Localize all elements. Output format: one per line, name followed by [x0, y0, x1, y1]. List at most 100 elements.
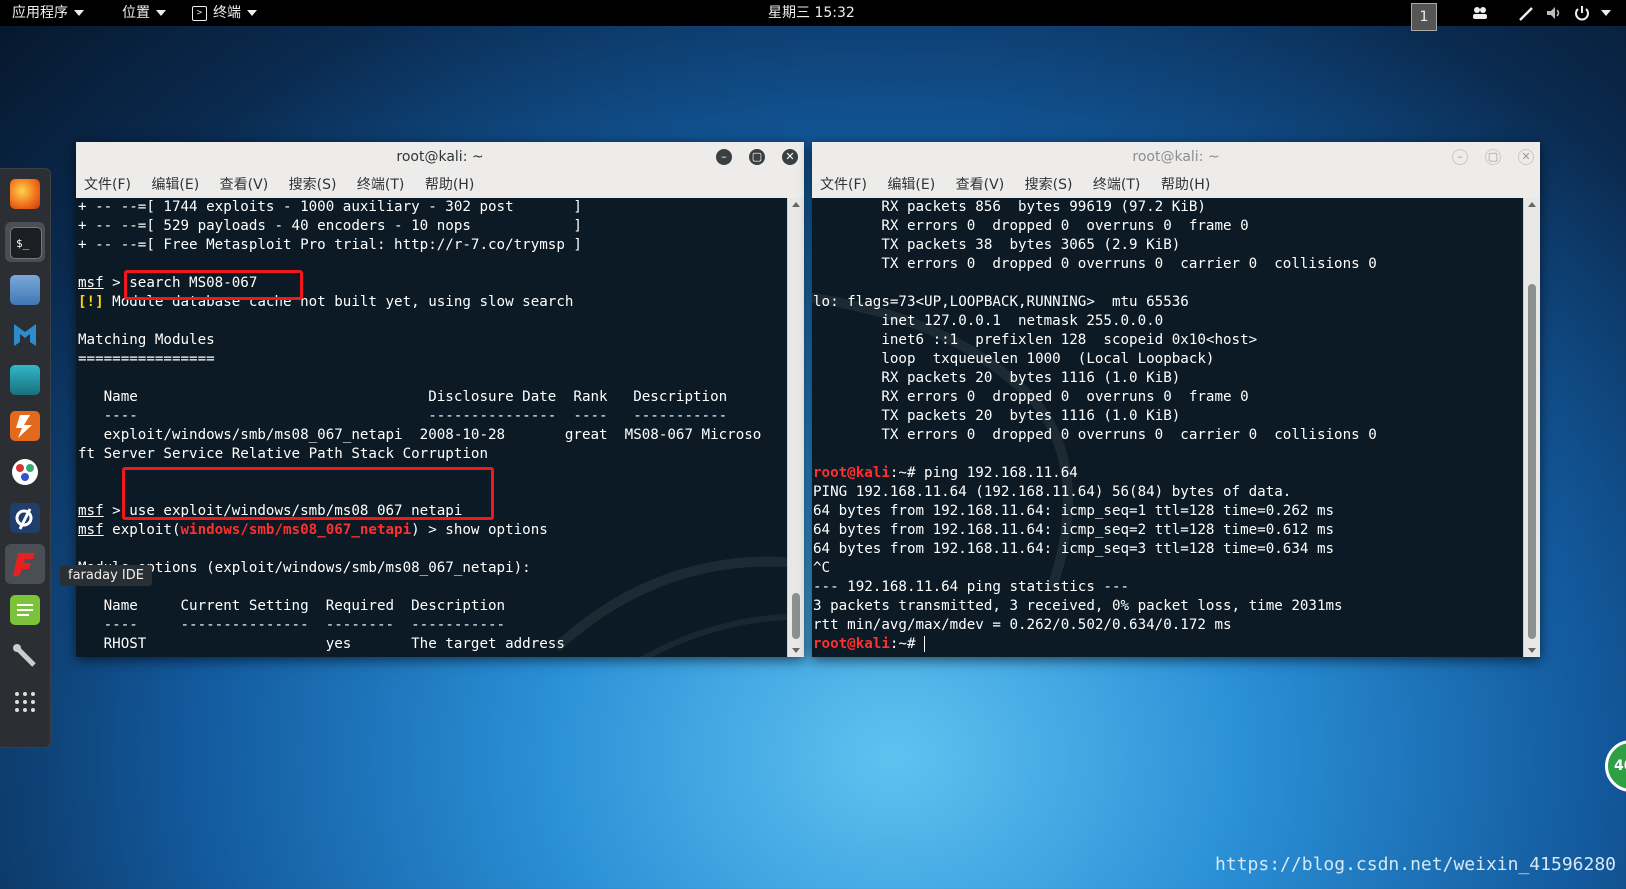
terminal-line: RX errors 0 dropped 0 overruns 0 frame 0	[813, 389, 1249, 405]
terminal-app-menu[interactable]: > 终端	[192, 0, 257, 26]
terminal-line: + -- --=[ Free Metasploit Pro trial: htt…	[78, 237, 582, 253]
armitage-launcher[interactable]	[5, 360, 45, 400]
faraday-icon	[10, 549, 40, 579]
close-button[interactable]: ✕	[1518, 149, 1534, 165]
show-applications-button[interactable]	[5, 682, 45, 722]
terminal-line: ================	[78, 351, 215, 367]
beef-launcher[interactable]	[5, 498, 45, 538]
users-icon[interactable]	[1471, 0, 1489, 26]
menu-search[interactable]: 搜索(S)	[289, 177, 337, 193]
terminal-line: ---- --------------- ---- -----------	[78, 408, 728, 424]
maximize-button[interactable]: ▢	[1484, 149, 1501, 165]
terminal-line-current-prompt: root@kali:~#	[813, 635, 1377, 654]
faraday-launcher[interactable]	[5, 544, 45, 584]
scroll-down-icon[interactable]	[792, 648, 800, 653]
tools-launcher[interactable]	[5, 636, 45, 676]
menu-edit[interactable]: 编辑(E)	[151, 177, 199, 193]
maltego-launcher[interactable]	[5, 452, 45, 492]
files-launcher[interactable]	[5, 270, 45, 310]
workspace-indicator[interactable]: 1	[1411, 3, 1437, 31]
scrollbar-thumb[interactable]	[1528, 284, 1536, 639]
terminal-line: RX packets 856 bytes 99619 (97.2 KiB)	[813, 199, 1206, 215]
metasploit-icon	[10, 320, 40, 350]
terminal-line: inet6 ::1 prefixlen 128 scopeid 0x10<hos…	[813, 332, 1258, 348]
menu-file[interactable]: 文件(F)	[820, 177, 867, 193]
menu-view[interactable]: 查看(V)	[220, 177, 269, 193]
floating-badge[interactable]: 40	[1605, 740, 1626, 792]
close-icon: ✕	[785, 150, 795, 163]
places-menu-label: 位置	[122, 5, 150, 21]
blog-watermark: https://blog.csdn.net/weixin_41596280	[1215, 854, 1616, 875]
minimize-button[interactable]: –	[1451, 149, 1468, 165]
terminal-line: ---- --------------- -------- ----------…	[78, 617, 506, 633]
volume-icon[interactable]	[1545, 0, 1563, 26]
menu-view[interactable]: 查看(V)	[956, 177, 1005, 193]
chevron-down-icon[interactable]	[1595, 0, 1611, 26]
power-icon[interactable]	[1573, 0, 1591, 26]
terminal-launcher[interactable]: $_	[5, 222, 45, 262]
terminal-line: + -- --=[ 529 payloads - 40 encoders - 1…	[78, 218, 582, 234]
terminal-line: RX errors 0 dropped 0 overruns 0 frame 0	[813, 218, 1249, 234]
menu-help[interactable]: 帮助(H)	[1161, 177, 1210, 193]
scroll-down-icon[interactable]	[1528, 648, 1536, 653]
armitage-icon	[10, 365, 40, 395]
warning-tag: [!]	[78, 294, 104, 310]
minimize-button[interactable]: –	[715, 149, 732, 165]
menu-search[interactable]: 搜索(S)	[1025, 177, 1073, 193]
terminal-window-left[interactable]: root@kali: ~ – ▢ ✕ 文件(F) 编辑(E) 查看(V) 搜索(…	[76, 142, 804, 657]
leafpad-launcher[interactable]	[5, 590, 45, 630]
applications-menu[interactable]: 应用程序	[12, 0, 84, 26]
menu-help[interactable]: 帮助(H)	[425, 177, 474, 193]
menu-file[interactable]: 文件(F)	[84, 177, 131, 193]
msf-prompt: msf	[78, 522, 104, 538]
maximize-button[interactable]: ▢	[748, 149, 765, 165]
app-grid-icon	[10, 687, 40, 717]
terminal-icon: >	[192, 5, 207, 21]
msf-prompt: msf	[78, 503, 104, 519]
metasploit-launcher[interactable]	[5, 315, 45, 355]
window-controls: – ▢ ✕	[704, 149, 798, 167]
terminal-lines: + -- --=[ 1744 exploits - 1000 auxiliary…	[78, 198, 761, 654]
menu-terminal[interactable]: 终端(T)	[357, 177, 404, 193]
terminal-line: Name Current Setting Required Descriptio…	[78, 598, 506, 614]
menubar: 文件(F) 编辑(E) 查看(V) 搜索(S) 终端(T) 帮助(H)	[812, 172, 1540, 198]
maximize-icon: ▢	[751, 150, 763, 163]
burpsuite-launcher[interactable]	[5, 406, 45, 446]
clock[interactable]: 星期三 15:32	[768, 0, 855, 26]
terminal-line-ping-command: root@kali:~# ping 192.168.11.64	[813, 464, 1377, 483]
root-prompt: root@kali	[813, 465, 890, 481]
scrollbar-thumb[interactable]	[792, 593, 800, 639]
top-panel: 应用程序 位置 > 终端 星期三 15:32 1	[0, 0, 1626, 31]
terminal-line: exploit/windows/smb/ms08_067_netapi 2008…	[78, 427, 762, 443]
scroll-up-icon[interactable]	[1528, 202, 1536, 207]
svg-text:$_: $_	[16, 237, 30, 250]
menu-edit[interactable]: 编辑(E)	[887, 177, 935, 193]
dock-tooltip: faraday IDE	[60, 565, 152, 586]
dock: $_	[0, 168, 51, 748]
window-title: root@kali: ~	[396, 149, 484, 165]
menu-terminal[interactable]: 终端(T)	[1093, 177, 1140, 193]
pen-tool-icon[interactable]	[1517, 0, 1535, 26]
close-button[interactable]: ✕	[782, 149, 798, 165]
terminal-line: Matching Modules	[78, 332, 215, 348]
terminal-line: PING 192.168.11.64 (192.168.11.64) 56(84…	[813, 484, 1292, 500]
terminal-line: + -- --=[ 1744 exploits - 1000 auxiliary…	[78, 199, 582, 215]
scroll-up-icon[interactable]	[792, 202, 800, 207]
terminal-line: ft Server Service Relative Path Stack Co…	[78, 446, 488, 462]
exploit-prefix: exploit(	[103, 522, 181, 538]
root-prompt: root@kali	[813, 636, 890, 652]
window-title: root@kali: ~	[1132, 149, 1220, 165]
places-menu[interactable]: 位置	[122, 0, 166, 26]
terminal-line: rtt min/avg/max/mdev = 0.262/0.502/0.634…	[813, 617, 1232, 633]
scrollbar[interactable]	[1523, 198, 1540, 657]
terminal-output[interactable]: + -- --=[ 1744 exploits - 1000 auxiliary…	[76, 198, 788, 657]
scrollbar[interactable]	[787, 198, 804, 657]
chevron-down-icon	[156, 10, 166, 16]
terminal-output[interactable]: RX packets 856 bytes 99619 (97.2 KiB) RX…	[812, 198, 1524, 657]
beef-icon	[10, 503, 40, 533]
firefox-launcher[interactable]	[5, 174, 45, 214]
terminal-window-right[interactable]: root@kali: ~ – ▢ ✕ 文件(F) 编辑(E) 查看(V) 搜索(…	[812, 142, 1540, 657]
text-cursor[interactable]	[924, 636, 926, 652]
terminal-lines: RX packets 856 bytes 99619 (97.2 KiB) RX…	[813, 198, 1377, 654]
